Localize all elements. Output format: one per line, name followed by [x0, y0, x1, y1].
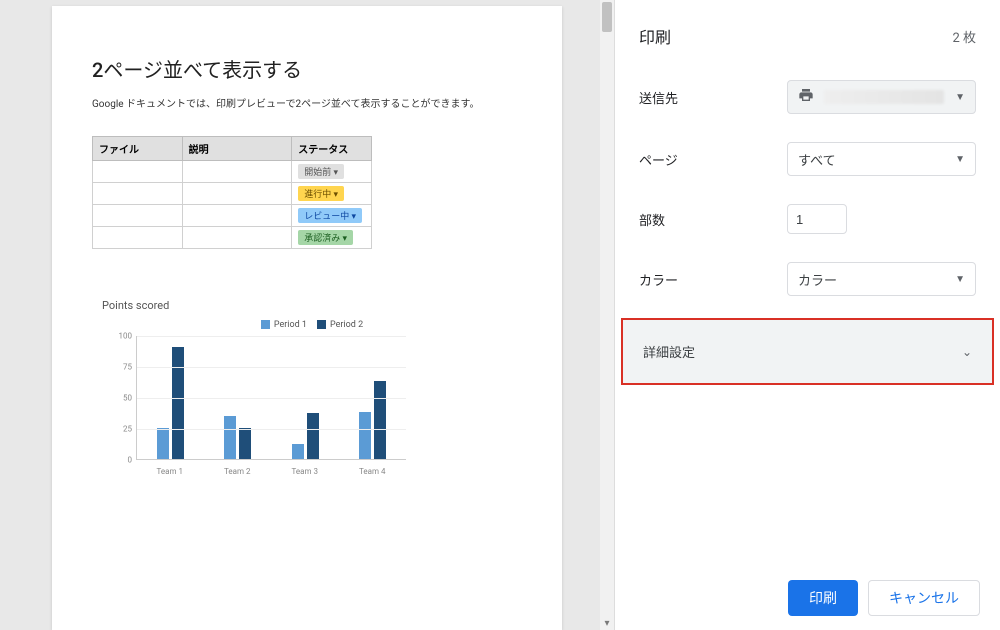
preview-scrollbar[interactable]: ▾ — [600, 0, 614, 630]
pages-label: ページ — [639, 150, 787, 169]
color-value: カラー — [798, 270, 837, 289]
table-row: レビュー中 ▾ — [93, 205, 372, 227]
x-tick-label: Team 4 — [359, 467, 385, 476]
bar-group — [359, 381, 386, 459]
print-header-row: 印刷 2 枚 — [615, 0, 1000, 66]
sheet-count: 2 枚 — [952, 31, 976, 46]
chart-bar — [307, 413, 319, 459]
chevron-down-icon: ▼ — [955, 154, 965, 165]
chart-y-axis: 0255075100 — [116, 336, 136, 460]
chevron-down-icon: ▼ — [955, 92, 965, 103]
status-badge: 開始前 ▾ — [298, 164, 344, 179]
bar-group — [292, 413, 319, 459]
x-tick-label: Team 1 — [157, 467, 183, 476]
table-row: 承認済み ▾ — [93, 227, 372, 249]
chart-x-labels: Team 1 Team 2 Team 3 Team 4 — [136, 467, 406, 476]
status-badge: 承認済み ▾ — [298, 230, 353, 245]
document-title: 2ページ並べて表示する — [92, 54, 522, 83]
status-badge: 進行中 ▾ — [298, 186, 344, 201]
destination-label: 送信先 — [639, 88, 787, 107]
destination-value-redacted — [824, 90, 944, 104]
pages-select[interactable]: すべて ▼ — [787, 142, 976, 176]
chart-bar — [239, 428, 251, 459]
color-select[interactable]: カラー ▼ — [787, 262, 976, 296]
status-badge: レビュー中 ▾ — [298, 208, 362, 223]
destination-select[interactable]: ▼ — [787, 80, 976, 114]
pages-row: ページ すべて ▼ — [615, 128, 1000, 190]
table-header-status: ステータス — [292, 137, 372, 161]
table-header-desc: 説明 — [182, 137, 292, 161]
copies-row: 部数 — [615, 190, 1000, 248]
print-settings-pane: 印刷 2 枚 送信先 ▼ ページ すべて — [614, 0, 1000, 630]
print-header: 印刷 — [639, 24, 787, 48]
chart-bar — [157, 428, 169, 459]
cancel-button[interactable]: キャンセル — [868, 580, 980, 616]
chart-bar — [292, 444, 304, 459]
chart-container: Points scored Period 1Period 2 025507510… — [92, 299, 522, 476]
chart-plot-area: 0255075100 Team 1 Team 2 Team 3 Team 4 — [116, 336, 406, 476]
document-page: 2ページ並べて表示する Google ドキュメントでは、印刷プレビューで2ページ… — [52, 6, 562, 630]
printer-icon — [798, 87, 814, 107]
chart-title: Points scored — [102, 299, 522, 312]
chevron-down-icon: ▼ — [955, 274, 965, 285]
color-row: カラー カラー ▼ — [615, 248, 1000, 310]
scrollbar-thumb[interactable] — [602, 2, 612, 32]
table-row: 開始前 ▾ — [93, 161, 372, 183]
color-label: カラー — [639, 270, 787, 289]
table-header-file: ファイル — [93, 137, 183, 161]
bar-group — [157, 347, 184, 459]
x-tick-label: Team 3 — [292, 467, 318, 476]
advanced-label: 詳細設定 — [643, 342, 695, 361]
x-tick-label: Team 2 — [224, 467, 250, 476]
chart-plot — [136, 336, 406, 460]
chevron-down-icon: ⌄ — [962, 345, 972, 359]
chart-bar — [374, 381, 386, 459]
dialog-footer: 印刷 キャンセル — [788, 580, 980, 616]
bar-group — [224, 416, 251, 459]
chart-bar — [359, 412, 371, 459]
pages-value: すべて — [798, 150, 836, 169]
table-row: 進行中 ▾ — [93, 183, 372, 205]
advanced-settings-toggle[interactable]: 詳細設定 ⌄ — [621, 318, 994, 385]
chart-bar — [224, 416, 236, 459]
document-description: Google ドキュメントでは、印刷プレビューで2ページ並べて表示することができ… — [92, 95, 522, 110]
destination-row: 送信先 ▼ — [615, 66, 1000, 128]
scrollbar-down-icon[interactable]: ▾ — [600, 616, 614, 630]
copies-input[interactable] — [787, 204, 847, 234]
chart-legend: Period 1Period 2 — [92, 320, 522, 330]
print-button[interactable]: 印刷 — [788, 580, 858, 616]
chart-bar — [172, 347, 184, 459]
status-table: ファイル 説明 ステータス 開始前 ▾ 進行中 ▾ レビュー中 ▾ 承認済み ▾ — [92, 136, 372, 249]
print-preview-pane: 2ページ並べて表示する Google ドキュメントでは、印刷プレビューで2ページ… — [0, 0, 614, 630]
copies-label: 部数 — [639, 210, 787, 229]
